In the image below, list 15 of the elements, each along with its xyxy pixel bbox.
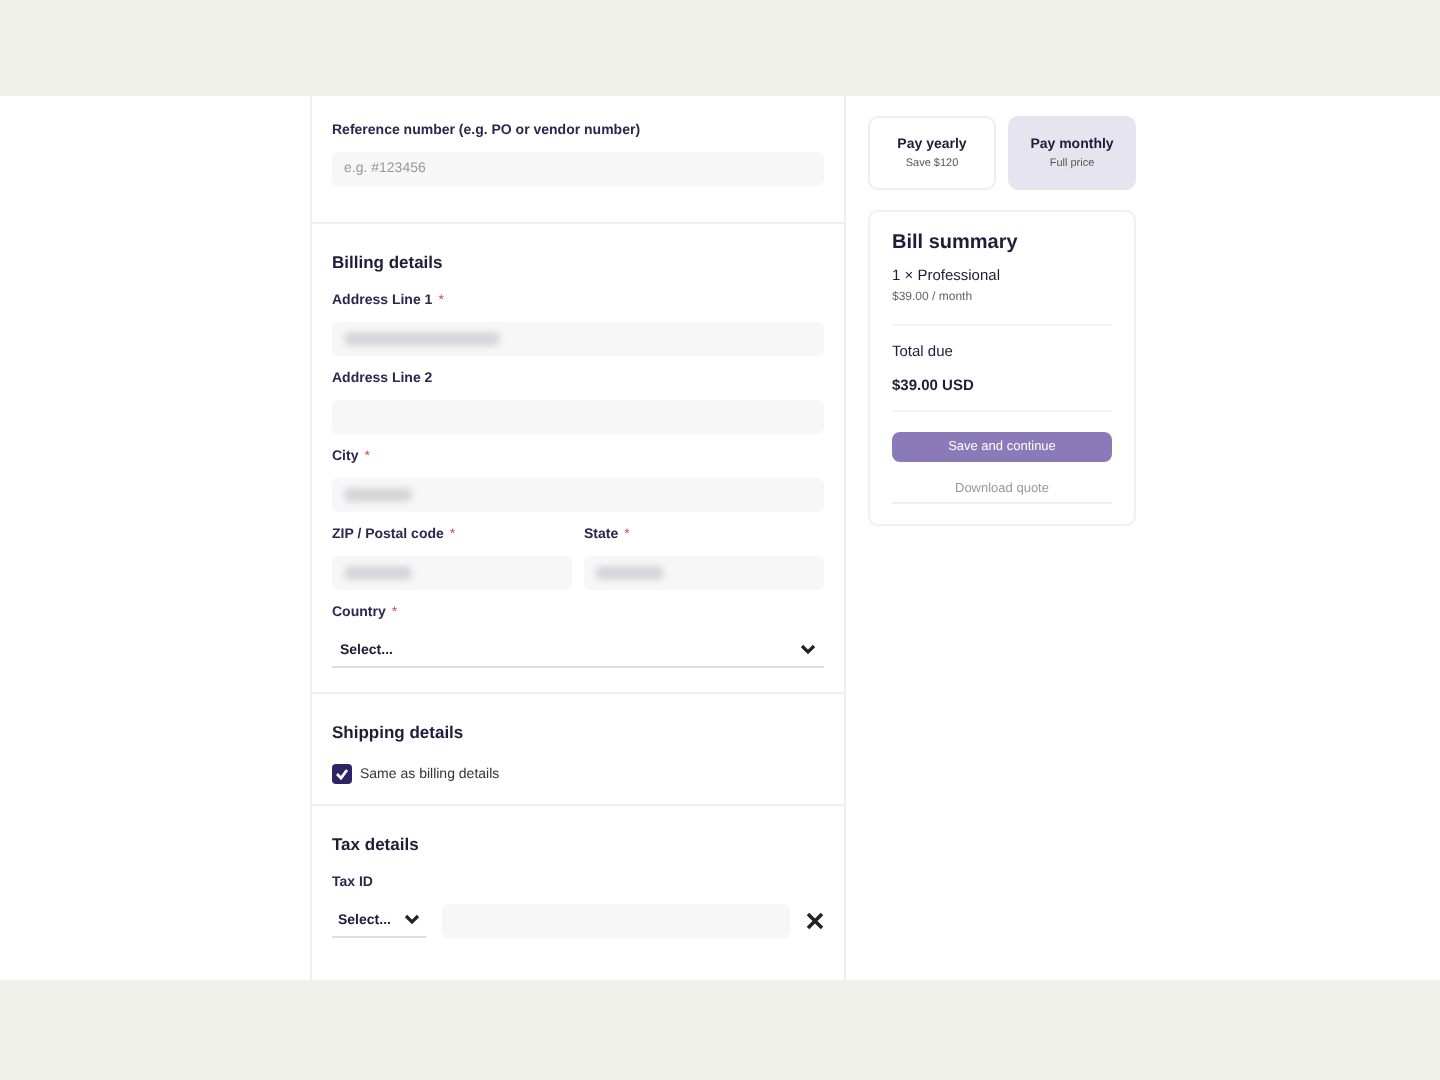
input-field[interactable]	[584, 556, 824, 590]
section-title: Billing details	[332, 252, 445, 272]
input-field[interactable]	[332, 478, 824, 512]
redacted-value	[596, 566, 664, 580]
chevron-icon	[404, 914, 421, 926]
redacted-value	[344, 488, 412, 502]
redacted-value	[344, 566, 412, 580]
close-icon[interactable]	[806, 912, 824, 930]
checkbox[interactable]	[332, 764, 352, 784]
input-field[interactable]	[332, 322, 824, 356]
input-field[interactable]	[332, 556, 572, 590]
section-title: Tax details	[332, 834, 421, 854]
chevron-icon	[800, 644, 816, 656]
section-title: Shipping details	[332, 722, 466, 742]
summary-title: Bill summary	[892, 232, 1020, 254]
